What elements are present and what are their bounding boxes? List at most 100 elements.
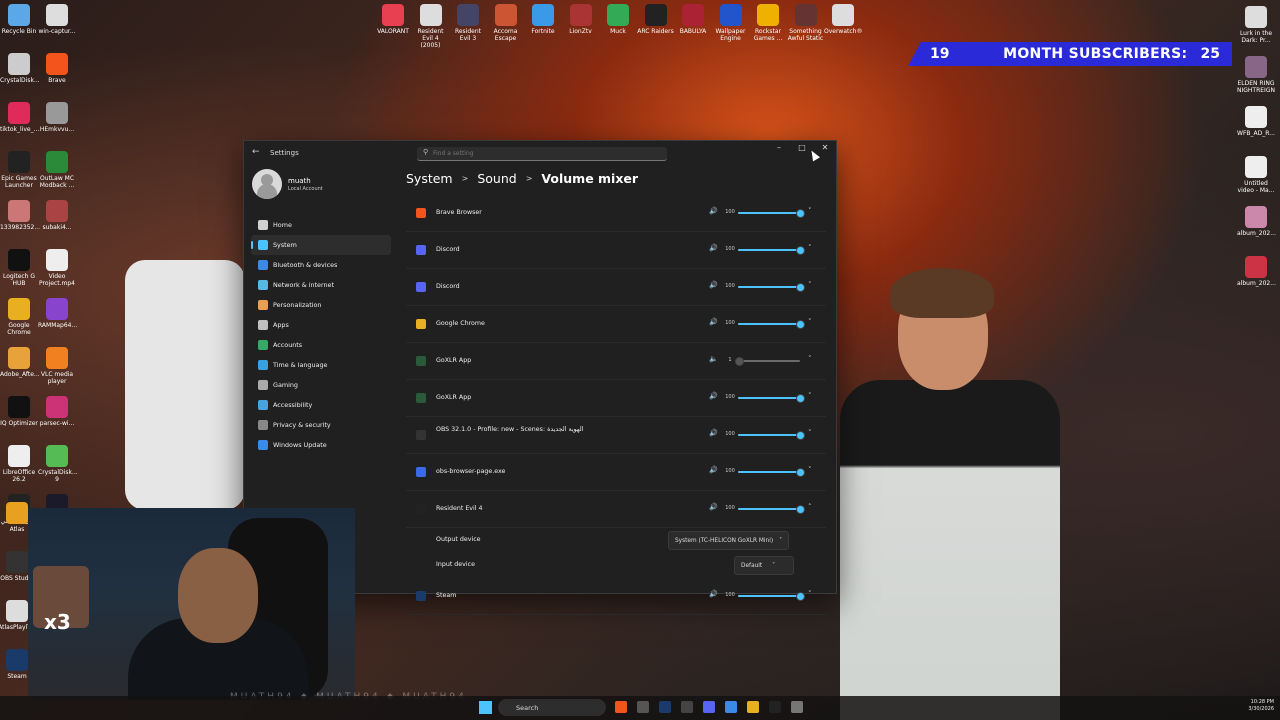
desktop-icon[interactable]: VLC media player	[38, 347, 76, 385]
sidebar-item-apps[interactable]: Apps	[251, 315, 391, 335]
volume-slider-thumb[interactable]	[796, 209, 805, 218]
desktop-icon[interactable]: subaki4...	[38, 200, 76, 231]
volume-slider[interactable]	[738, 283, 805, 292]
sidebar-item-personalization[interactable]: Personalization	[251, 295, 391, 315]
close-icon[interactable]: ✕	[815, 143, 835, 152]
steam-taskbar-icon[interactable]	[659, 701, 671, 713]
sidebar-item-accounts[interactable]: Accounts	[251, 335, 391, 355]
chevron-down-icon[interactable]: ˅	[808, 318, 812, 326]
desktop-icon[interactable]: Epic Games Launcher	[0, 151, 38, 189]
chrome-taskbar-icon[interactable]	[747, 701, 759, 713]
desktop-icon[interactable]: parsec-wi...	[38, 396, 76, 427]
desktop-icon[interactable]: Logitech G HUB	[0, 249, 38, 287]
desktop-icon[interactable]: IQ Optimizer	[0, 396, 38, 427]
volume-slider-thumb[interactable]	[796, 394, 805, 403]
search-box[interactable]: ⚲	[417, 147, 667, 161]
desktop-icon[interactable]: HEmkvvu...	[38, 102, 76, 133]
app-taskbar-icon[interactable]	[681, 701, 693, 713]
desktop-icon[interactable]: 133982352...	[0, 200, 40, 231]
desktop-icon[interactable]: Resident Evil 4 (2005)	[412, 4, 450, 49]
volume-slider-thumb[interactable]	[796, 283, 805, 292]
input-device-dropdown[interactable]: Default ˅	[734, 556, 794, 575]
speaker-icon[interactable]: 🔊	[709, 590, 718, 598]
back-arrow-icon[interactable]: ←	[252, 147, 260, 157]
desktop-icon[interactable]: ARC Raiders	[637, 4, 675, 35]
desktop-icon[interactable]: VALORANT	[374, 4, 412, 35]
desktop-icon[interactable]: Lurk in the Dark: Pr...	[1237, 6, 1275, 44]
chevron-down-icon[interactable]: ˅	[808, 429, 812, 437]
start-icon[interactable]	[479, 701, 492, 714]
desktop-icon[interactable]: Rockstar Games ...	[749, 4, 787, 42]
volume-slider[interactable]	[738, 394, 805, 403]
title-bar[interactable]: ← Settings ⚲ – □ ✕	[244, 141, 836, 165]
chevron-down-icon[interactable]: ˅	[808, 244, 812, 252]
speaker-icon[interactable]: 🔊	[709, 392, 718, 400]
desktop-icon[interactable]: Fortnite	[524, 4, 562, 35]
sidebar-item-privacy-security[interactable]: Privacy & security	[251, 415, 391, 435]
chevron-down-icon[interactable]: ˅	[808, 466, 812, 474]
volume-slider[interactable]	[738, 431, 805, 440]
sidebar-item-time-language[interactable]: Time & language	[251, 355, 391, 375]
speaker-icon[interactable]: 🔊	[709, 281, 718, 289]
chevron-down-icon[interactable]: ˅	[808, 207, 812, 215]
speaker-icon[interactable]: 🔊	[709, 466, 718, 474]
desktop-icon[interactable]: Recycle Bin	[0, 4, 38, 35]
desktop-icon[interactable]: Google Chrome	[0, 298, 38, 336]
settings-taskbar-icon[interactable]	[791, 701, 803, 713]
desktop-icon[interactable]: Something Awful Static	[787, 4, 825, 42]
volume-slider[interactable]	[738, 209, 805, 218]
desktop-icon[interactable]: tiktok_live_...	[0, 102, 39, 133]
breadcrumb-system[interactable]: System	[406, 171, 453, 186]
brave-taskbar-icon[interactable]	[615, 701, 627, 713]
discord-taskbar-icon[interactable]	[703, 701, 715, 713]
volume-slider-thumb[interactable]	[796, 320, 805, 329]
speaker-icon[interactable]: 🔊	[709, 207, 718, 215]
taskbar-search[interactable]: Search	[498, 699, 606, 716]
desktop-icon[interactable]: album_202...	[1237, 206, 1276, 237]
app-taskbar-icon[interactable]	[637, 701, 649, 713]
speaker-icon[interactable]: 🔊	[709, 503, 718, 511]
system-clock[interactable]: 10:28 PM 3/30/2026	[1248, 699, 1274, 713]
desktop-icon[interactable]: BABULYA	[674, 4, 712, 35]
desktop-icon[interactable]: Muck	[599, 4, 637, 35]
sidebar-item-gaming[interactable]: Gaming	[251, 375, 391, 395]
breadcrumb-sound[interactable]: Sound	[477, 171, 516, 186]
sidebar-item-bluetooth-devices[interactable]: Bluetooth & devices	[251, 255, 391, 275]
volume-slider[interactable]	[738, 468, 805, 477]
desktop-icon[interactable]: OutLaw MC Modback ...	[38, 151, 76, 189]
volume-slider-thumb[interactable]	[734, 357, 744, 366]
speaker-muted-icon[interactable]: 🔈	[709, 355, 718, 363]
re4-taskbar-icon[interactable]	[769, 701, 781, 713]
desktop-icon[interactable]: win-captur...	[38, 4, 76, 35]
speaker-icon[interactable]: 🔊	[709, 429, 718, 437]
sidebar-item-network-internet[interactable]: Network & internet	[251, 275, 391, 295]
chevron-down-icon[interactable]: ˅	[808, 355, 812, 363]
volume-slider[interactable]	[734, 357, 800, 366]
sidebar-item-home[interactable]: Home	[251, 215, 391, 235]
desktop-icon[interactable]: LionZtv	[562, 4, 600, 35]
desktop-icon[interactable]: Brave	[38, 53, 76, 84]
volume-slider-thumb[interactable]	[796, 592, 805, 601]
desktop-icon[interactable]: LibreOffice 26.2	[0, 445, 38, 483]
desktop-icon[interactable]: Accoma Escape	[487, 4, 525, 42]
volume-slider[interactable]	[738, 592, 805, 601]
volume-slider-thumb[interactable]	[796, 505, 805, 514]
desktop-icon[interactable]: Overwatch®	[824, 4, 862, 35]
desktop-icon[interactable]: album_202...	[1237, 256, 1276, 287]
output-device-dropdown[interactable]: System (TC-HELICON GoXLR Mini) ˅	[668, 531, 789, 550]
volume-slider[interactable]	[738, 505, 805, 514]
desktop-icon[interactable]: CrystalDisk...	[0, 53, 40, 84]
search-input[interactable]	[433, 147, 653, 160]
volume-slider-thumb[interactable]	[796, 431, 805, 440]
volume-slider-thumb[interactable]	[796, 468, 805, 477]
app-taskbar-icon[interactable]	[725, 701, 737, 713]
desktop-icon[interactable]: Wallpaper Engine	[712, 4, 750, 42]
desktop-icon[interactable]: Video Project.mp4	[38, 249, 76, 287]
desktop-icon[interactable]: WFB_AD_R...	[1237, 106, 1275, 137]
volume-slider[interactable]	[738, 246, 805, 255]
chevron-down-icon[interactable]: ˅	[808, 392, 812, 400]
volume-slider-thumb[interactable]	[796, 246, 805, 255]
minimize-icon[interactable]: –	[769, 143, 789, 152]
chevron-down-icon[interactable]: ˅	[808, 281, 812, 289]
chevron-up-icon[interactable]: ˄	[808, 503, 812, 511]
